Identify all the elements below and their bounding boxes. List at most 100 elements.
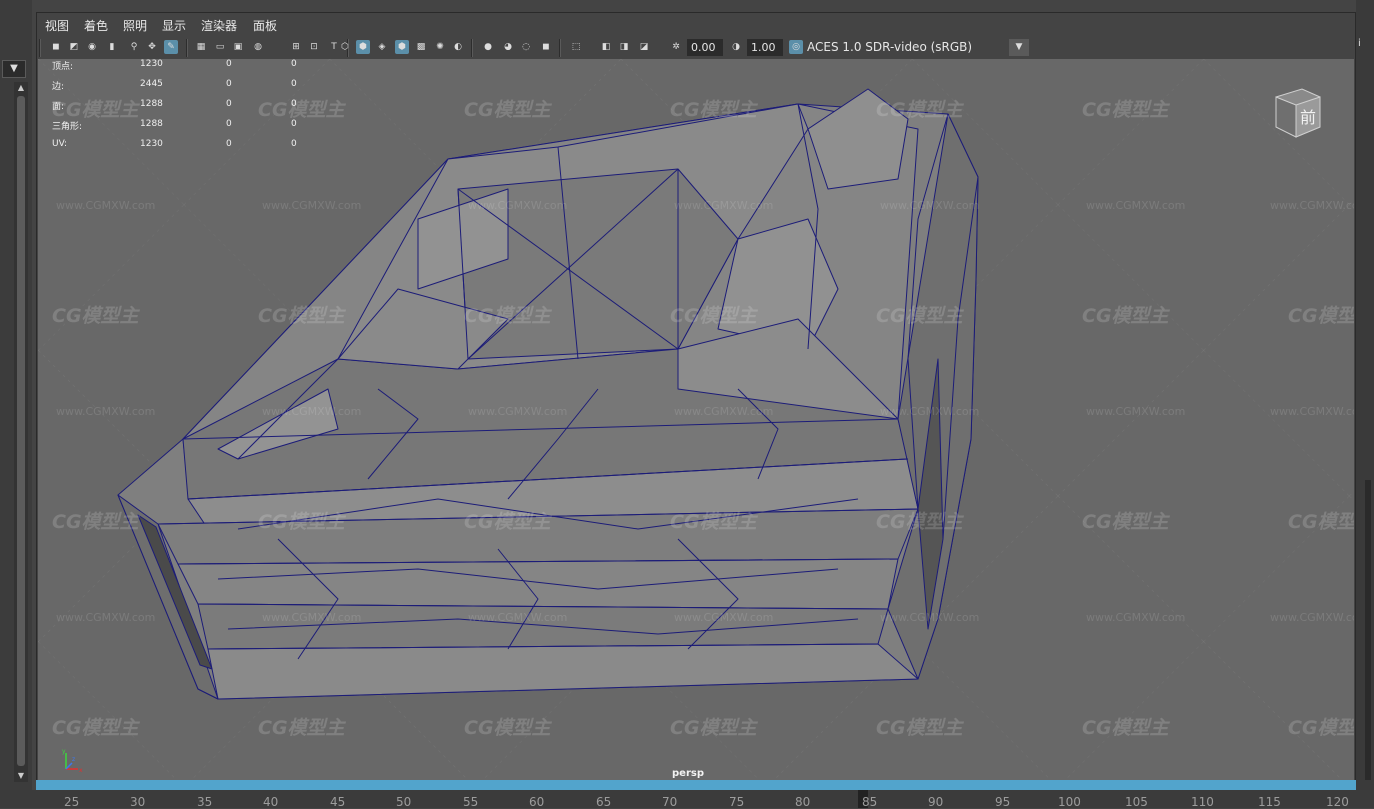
- gate-mask-icon[interactable]: ◍: [251, 40, 265, 54]
- svg-text:y: y: [62, 748, 66, 755]
- resolution-gate-icon[interactable]: ▣: [231, 40, 245, 54]
- motion-blur-icon[interactable]: ◕: [501, 40, 515, 54]
- viewcube-icon[interactable]: 前: [1268, 83, 1326, 141]
- left-scrollbar[interactable]: ▲ ▼: [14, 82, 28, 782]
- ruler-tick-label: 60: [529, 795, 545, 809]
- gamma-field[interactable]: 1.00: [747, 39, 783, 56]
- field-chart-icon[interactable]: ⊞: [289, 40, 303, 54]
- chevron-down-icon[interactable]: ▼: [1009, 39, 1029, 56]
- ruler-tick-label: 50: [396, 795, 412, 809]
- active-panel-bar: [36, 780, 1356, 790]
- isolate-select-icon[interactable]: ⬚: [569, 40, 583, 54]
- ruler-tick-label: 80: [795, 795, 811, 809]
- menu-show[interactable]: 显示: [162, 17, 186, 34]
- film-gate-icon[interactable]: ▭: [213, 40, 227, 54]
- hud-value: 1230: [140, 59, 163, 69]
- wireframe-on-shaded-icon[interactable]: ⬢: [395, 40, 409, 54]
- right-side-strip: i: [1356, 0, 1374, 790]
- watermark-url: www.CGMXW.com: [1086, 611, 1186, 624]
- exposure-field[interactable]: 0.00: [687, 39, 723, 56]
- smooth-shade-icon[interactable]: ⬢: [356, 40, 370, 54]
- use-all-lights-icon[interactable]: ✺: [433, 40, 447, 54]
- watermark-logo: CG模型主: [1082, 717, 1169, 739]
- lock-camera-icon[interactable]: ◩: [67, 40, 81, 54]
- left-side-panel: ▼ ▲ ▼: [0, 0, 32, 790]
- ruler-tick-label: 90: [928, 795, 944, 809]
- toolbar-separator: [559, 39, 561, 57]
- ruler-tick-label: 55: [463, 795, 479, 809]
- hud-value: 1288: [140, 99, 163, 109]
- 3d-viewport[interactable]: 顶点: 1230 0 0 边: 2445 0 0 面: 1288 0 0 三角形…: [38, 59, 1354, 781]
- menu-lighting[interactable]: 照明: [123, 17, 147, 34]
- view-transform-select[interactable]: ACES 1.0 SDR-video (sRGB): [807, 39, 1029, 56]
- ruler-tick-label: 25: [64, 795, 80, 809]
- watermark-logo: CG模型主: [258, 305, 345, 327]
- safe-action-icon[interactable]: ⊡: [307, 40, 321, 54]
- svg-text:x: x: [79, 767, 83, 774]
- model-panel: 视图 着色 照明 显示 渲染器 面板 ◼ ◩ ◉ ▮ ⚲ ✥ ✎ ▦ ▭ ▣ ◍…: [36, 12, 1356, 784]
- watermark-url: www.CGMXW.com: [880, 405, 980, 418]
- screen-space-ao-icon[interactable]: ●: [481, 40, 495, 54]
- ruler-tick-label: 65: [596, 795, 612, 809]
- ruler-tick-label: 85: [862, 795, 878, 809]
- ruler-tick-label: 75: [729, 795, 745, 809]
- gamma-icon[interactable]: ◑: [729, 40, 743, 54]
- watermark-logo: CG模型主: [876, 99, 963, 121]
- hud-value: 0: [226, 79, 232, 89]
- watermark-logo: CG模型主: [670, 305, 757, 327]
- scroll-up-icon[interactable]: ▲: [14, 82, 28, 94]
- watermark-logo: CG模型主: [52, 305, 139, 327]
- camera-name-label: persp: [672, 768, 704, 779]
- hud-value: 0: [291, 79, 297, 89]
- watermark-logo: CG模型主: [670, 511, 757, 533]
- menu-shading[interactable]: 着色: [84, 17, 108, 34]
- viewcube-face-label: 前: [1300, 108, 1316, 127]
- right-scrollbar[interactable]: [1365, 480, 1371, 780]
- depth-of-field-icon[interactable]: ◼: [539, 40, 553, 54]
- default-material-icon[interactable]: ◈: [375, 40, 389, 54]
- scroll-down-icon[interactable]: ▼: [14, 770, 28, 782]
- xray-icon[interactable]: ◧: [599, 40, 613, 54]
- bookmark-icon[interactable]: ▮: [105, 40, 119, 54]
- textured-icon[interactable]: ▩: [414, 40, 428, 54]
- menu-renderer[interactable]: 渲染器: [201, 17, 237, 34]
- hud-label: 顶点:: [52, 62, 74, 72]
- watermark-logo: CG模型主: [52, 511, 139, 533]
- watermark-logo: CG模型主: [258, 717, 345, 739]
- watermark-url: www.CGMXW.com: [1270, 405, 1354, 418]
- hud-value: 0: [226, 59, 232, 69]
- grid-icon[interactable]: ▦: [194, 40, 208, 54]
- menu-view[interactable]: 视图: [45, 17, 69, 34]
- scroll-thumb[interactable]: [17, 96, 25, 766]
- exposure-icon[interactable]: ✲: [669, 40, 683, 54]
- hud-label: UV:: [52, 139, 68, 149]
- 2d-pan-zoom-icon[interactable]: ✥: [145, 40, 159, 54]
- left-dropdown[interactable]: ▼: [2, 60, 26, 78]
- time-slider-ruler[interactable]: 25 30 35 40 45 50 55 60 65 70 75 80 85 9…: [0, 790, 1374, 809]
- hud-value: 1288: [140, 119, 163, 129]
- toolbar-separator: [186, 39, 188, 57]
- watermark-logo: CG模型主: [52, 717, 139, 739]
- shadows-icon[interactable]: ◐: [451, 40, 465, 54]
- watermark-url: www.CGMXW.com: [262, 611, 362, 624]
- color-management-icon[interactable]: ◎: [789, 40, 803, 54]
- xray-components-icon[interactable]: ◪: [637, 40, 651, 54]
- watermark-logo: CG模型主: [258, 99, 345, 121]
- watermark-logo: CG模型主: [1288, 511, 1354, 533]
- grease-pencil-icon[interactable]: ✎: [164, 40, 178, 54]
- wireframe-icon[interactable]: ⬡: [338, 40, 352, 54]
- hud-value: 0: [291, 59, 297, 69]
- camera-attributes-icon[interactable]: ◉: [85, 40, 99, 54]
- watermark-url: www.CGMXW.com: [468, 611, 568, 624]
- xray-joints-icon[interactable]: ◨: [617, 40, 631, 54]
- watermark-logo: CG模型主: [464, 511, 551, 533]
- ruler-tick-label: 120: [1326, 795, 1349, 809]
- watermark-url: www.CGMXW.com: [1086, 199, 1186, 212]
- watermark-logo: CG模型主: [876, 717, 963, 739]
- image-plane-icon[interactable]: ⚲: [127, 40, 141, 54]
- hud-label: 边:: [52, 82, 65, 92]
- menu-panels[interactable]: 面板: [253, 17, 277, 34]
- multisample-aa-icon[interactable]: ◌: [519, 40, 533, 54]
- hud-row-edges: 边: 2445 0 0: [52, 79, 312, 93]
- select-camera-icon[interactable]: ◼: [49, 40, 63, 54]
